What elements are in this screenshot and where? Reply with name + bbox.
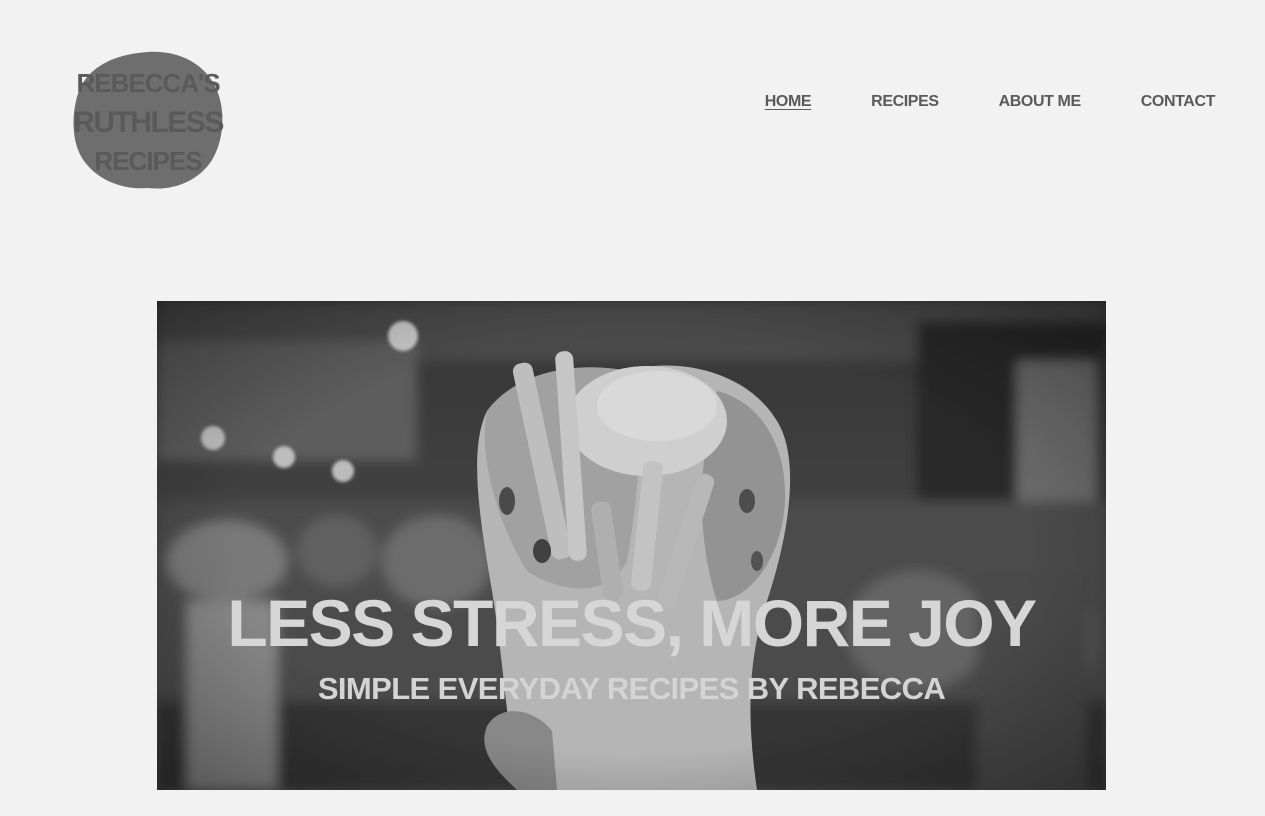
gyro-wrap-photo-icon [157,301,1106,790]
logo-badge-icon: REBECCA'S RUTHLESS RECIPES [73,51,225,189]
nav-recipes[interactable]: RECIPES [871,92,939,112]
site-logo[interactable]: REBECCA'S RUTHLESS RECIPES [72,48,225,191]
hero-subtitle: SIMPLE EVERYDAY RECIPES BY REBECCA [317,671,946,706]
logo-text-line-1: REBECCA'S [76,68,220,98]
nav-home[interactable]: HOME [765,92,812,112]
nav-contact[interactable]: CONTACT [1141,92,1216,112]
logo-text-line-2: RUTHLESS [73,106,223,139]
hero-title: LESS STRESS, MORE JOY [227,586,1037,660]
main-nav: HOME RECIPES ABOUT ME CONTACT [765,92,1216,112]
hero-banner: LESS STRESS, MORE JOY SIMPLE EVERYDAY RE… [157,301,1106,790]
nav-about-me[interactable]: ABOUT ME [999,92,1082,112]
logo-text-line-3: RECIPES [94,146,202,176]
page: REBECCA'S RUTHLESS RECIPES HOME RECIPES … [0,0,1265,816]
